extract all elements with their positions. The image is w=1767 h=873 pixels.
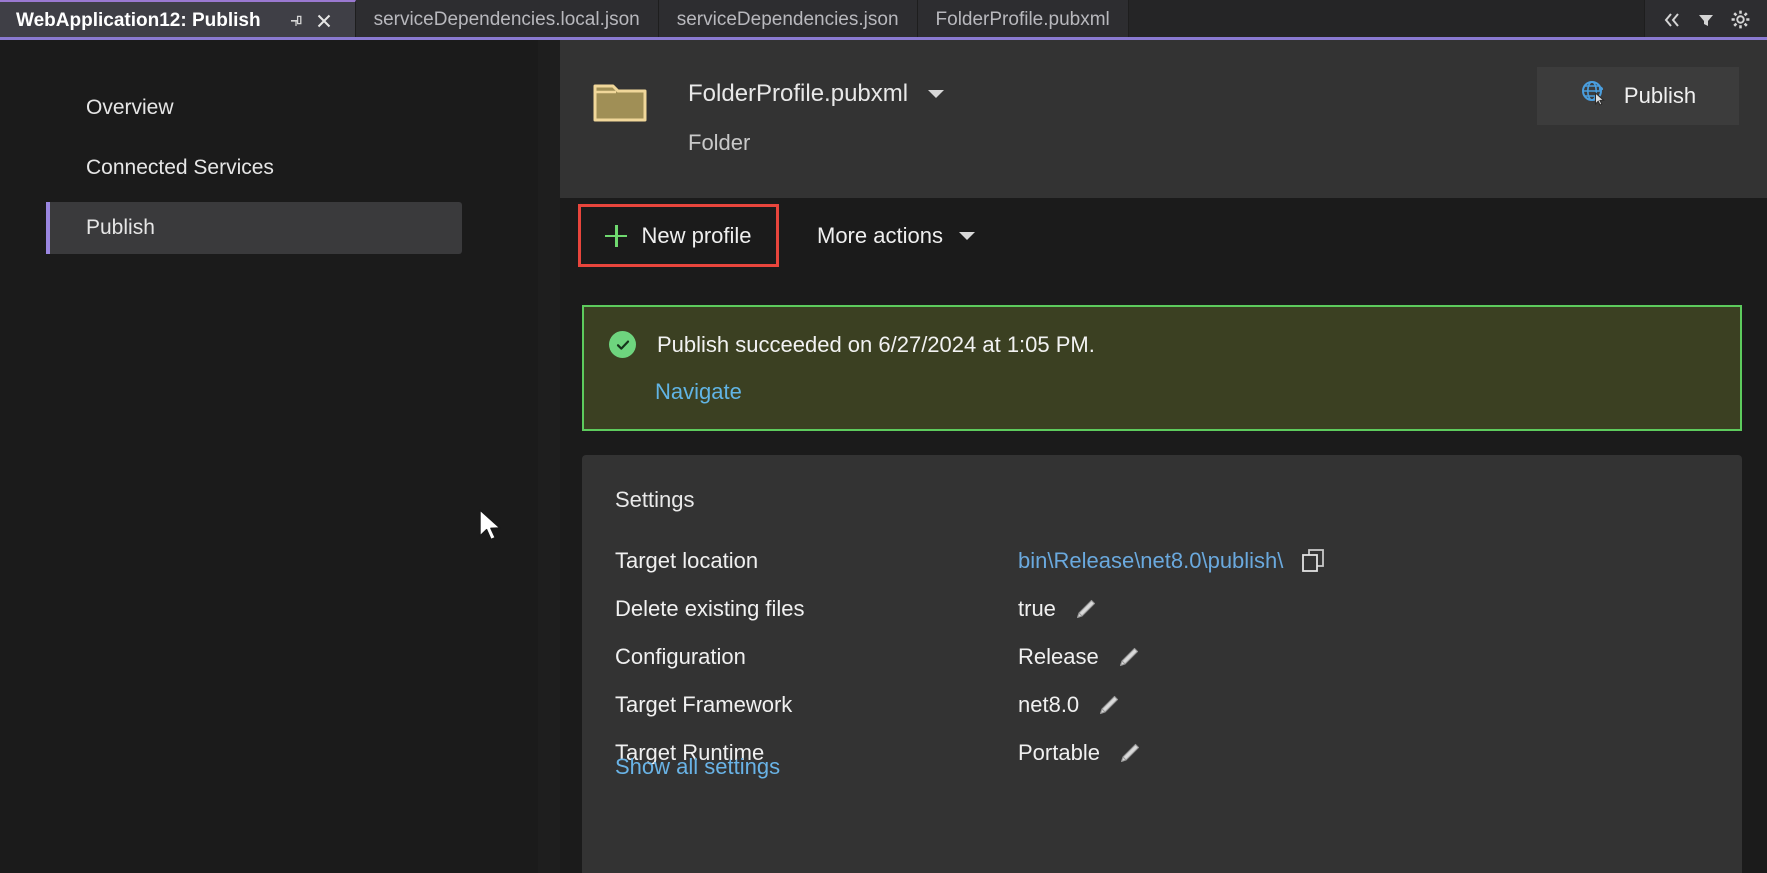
publish-profile-header: FolderProfile.pubxml Folder Publish [560,40,1767,198]
filter-icon[interactable] [1691,5,1721,35]
chevron-down-icon[interactable] [928,90,945,98]
folder-icon [593,80,647,122]
settings-card: Settings Target location bin\Release\net… [582,455,1742,873]
editor-tab-strip: WebApplication12: Publish serviceDepende… [0,0,1767,39]
profile-subtitle: Folder [688,130,751,155]
sidebar-item-label: Overview [86,96,174,119]
page-title: FolderProfile.pubxml [688,80,909,107]
setting-value: Release [1018,644,1099,669]
pin-icon[interactable] [283,8,309,34]
show-all-settings-link[interactable]: Show all settings [615,754,780,780]
tab-strip-filler [1128,0,1645,39]
setting-row-delete-existing-files: Delete existing files true [615,585,1715,633]
sidebar-item-publish[interactable]: Publish [46,202,462,254]
setting-value: true [1018,596,1056,621]
setting-value: Portable [1018,740,1100,765]
sidebar-item-label: Connected Services [86,156,274,179]
setting-label: Delete existing files [615,596,805,621]
setting-value-group: net8.0 [1018,692,1120,718]
setting-row-target-location: Target location bin\Release\net8.0\publi… [615,537,1715,585]
setting-row-target-framework: Target Framework net8.0 [615,681,1715,729]
setting-label: Target location [615,548,759,573]
pencil-edit-icon[interactable] [1097,694,1120,717]
more-actions-dropdown[interactable]: More actions [805,204,987,267]
success-check-icon [609,331,636,358]
publish-button[interactable]: Publish [1537,67,1739,125]
new-profile-button[interactable]: New profile [578,204,779,267]
tab-servicedependencies-json[interactable]: serviceDependencies.json [658,0,918,39]
settings-rows: Target location bin\Release\net8.0\publi… [615,537,1715,777]
setting-value-group: Release [1018,644,1140,670]
profile-title-dropdown[interactable]: FolderProfile.pubxml [688,80,945,108]
pencil-edit-icon[interactable] [1117,646,1140,669]
setting-value-group: true [1018,596,1097,622]
sidebar-item-overview[interactable]: Overview [46,82,462,134]
project-properties-sidebar: Overview Connected Services Publish [0,40,538,873]
publish-main-pane: FolderProfile.pubxml Folder Publish New … [560,40,1767,873]
banner-message-row: Publish succeeded on 6/27/2024 at 1:05 P… [609,331,1095,358]
more-actions-label: More actions [817,222,943,248]
publish-status-banner: Publish succeeded on 6/27/2024 at 1:05 P… [582,305,1742,431]
tab-folderprofile-pubxml[interactable]: FolderProfile.pubxml [917,0,1129,39]
sidebar-item-label: Publish [86,216,155,239]
publish-action-bar: New profile More actions [560,198,1767,272]
tab-label: WebApplication12: Publish [16,9,261,31]
setting-label: Configuration [615,644,746,669]
tab-label: serviceDependencies.local.json [373,8,640,30]
chevron-down-icon [958,231,975,240]
setting-value: net8.0 [1018,692,1080,717]
copy-icon[interactable] [1301,548,1326,574]
settings-heading: Settings [615,487,695,512]
tab-label: serviceDependencies.json [676,8,899,30]
setting-row-configuration: Configuration Release [615,633,1715,681]
tab-label: FolderProfile.pubxml [935,8,1110,30]
setting-value-group: Portable [1018,740,1141,766]
publish-globe-icon [1580,79,1608,113]
tab-strip-tools [1645,0,1767,39]
target-location-link[interactable]: bin\Release\net8.0\publish\ [1018,548,1283,574]
pencil-edit-icon[interactable] [1118,742,1141,765]
publish-button-label: Publish [1623,83,1697,108]
banner-message: Publish succeeded on 6/27/2024 at 1:05 P… [657,331,1095,357]
navigate-link[interactable]: Navigate [655,379,742,405]
tab-webapplication12-publish[interactable]: WebApplication12: Publish [0,0,356,39]
pencil-edit-icon[interactable] [1074,598,1097,621]
tab-servicedependencies-local-json[interactable]: serviceDependencies.local.json [355,0,659,39]
sidebar-item-connected-services[interactable]: Connected Services [46,142,462,194]
setting-label: Target Framework [615,692,793,717]
plus-icon [605,224,628,247]
settings-gear-icon[interactable] [1725,5,1755,35]
close-icon[interactable] [311,8,337,34]
setting-value-group: bin\Release\net8.0\publish\ [1018,548,1326,574]
collapse-chevrons-icon[interactable] [1657,5,1687,35]
new-profile-label: New profile [641,222,752,248]
visual-studio-publish-window: WebApplication12: Publish serviceDepende… [0,0,1767,873]
